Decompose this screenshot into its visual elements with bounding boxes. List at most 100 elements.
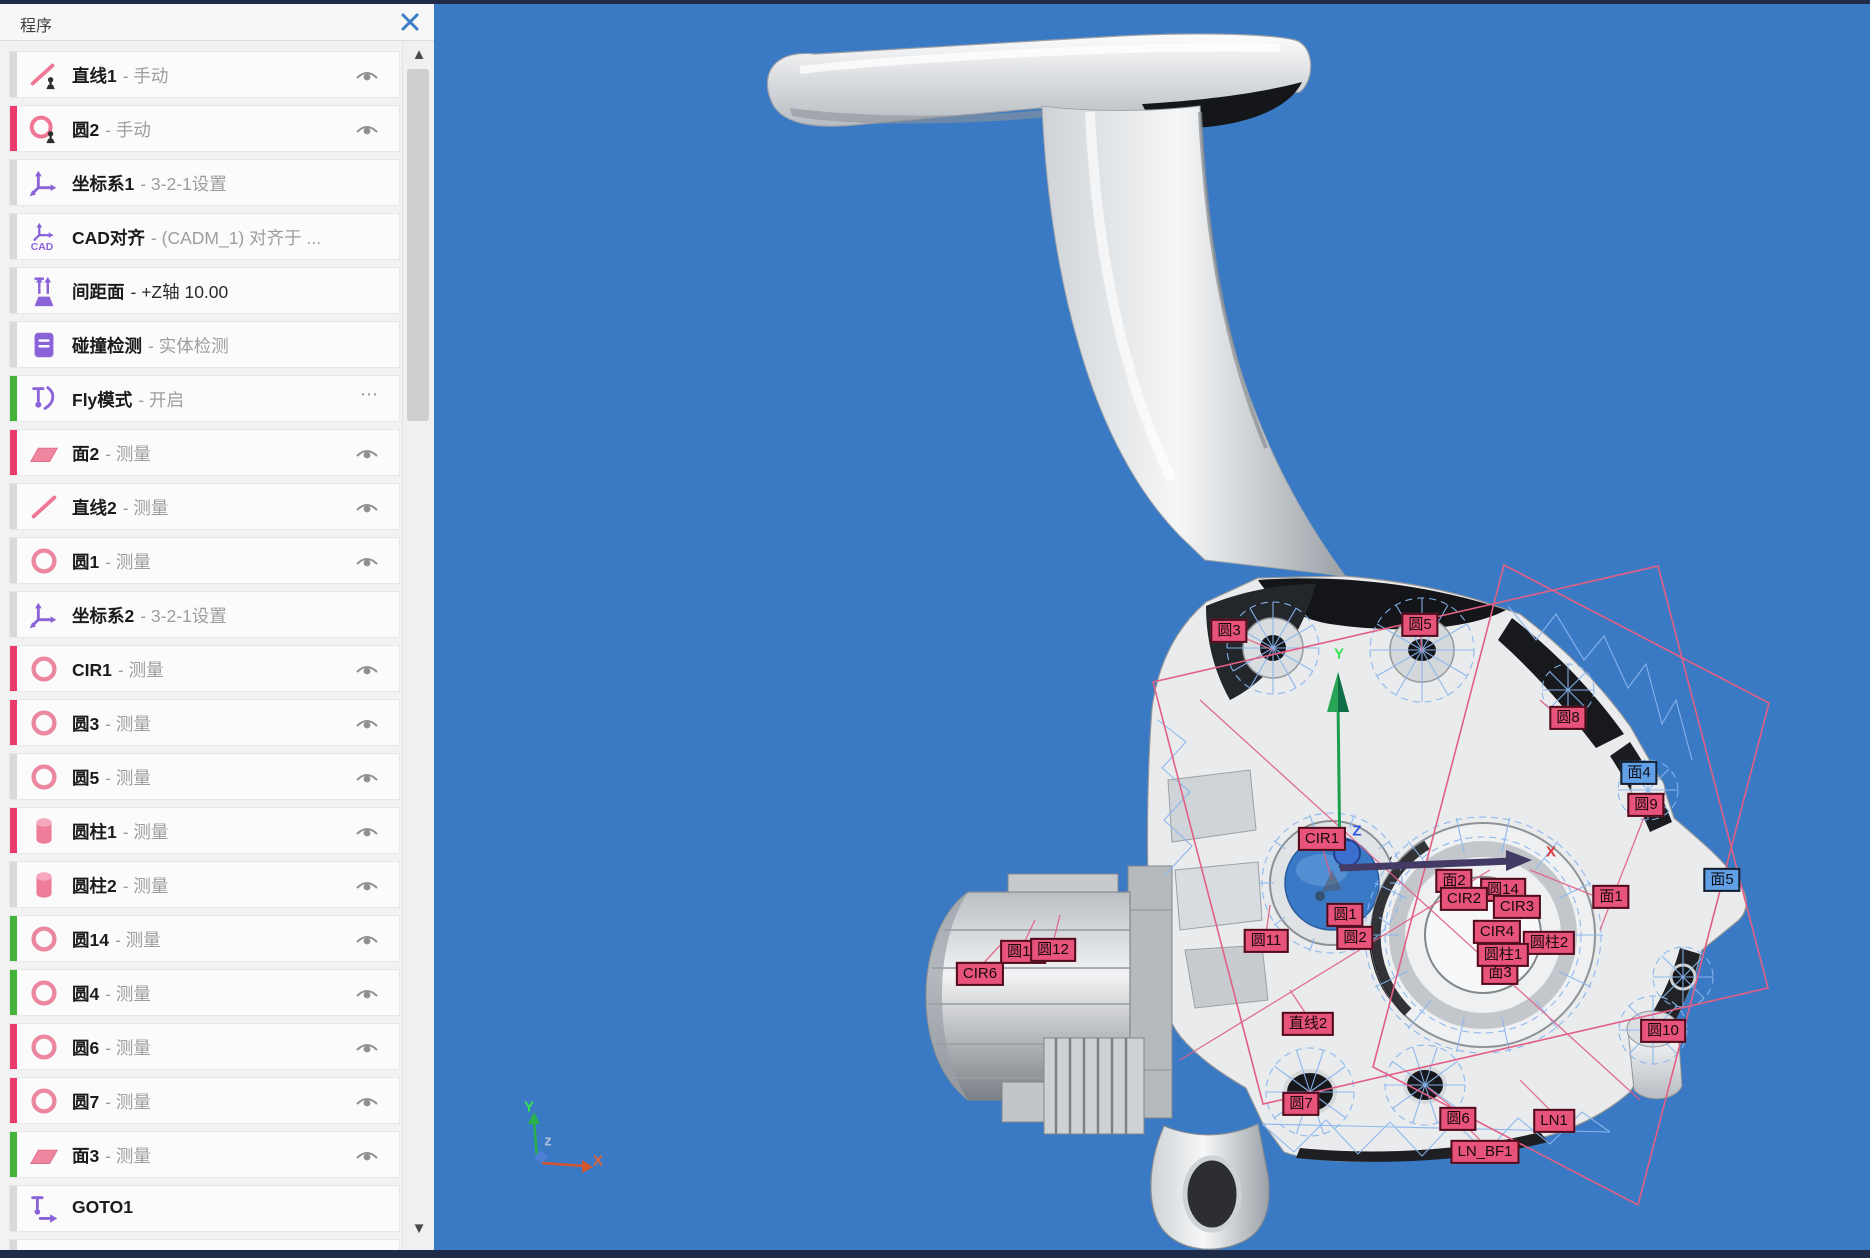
status-accent-bar bbox=[10, 754, 17, 799]
program-step-row[interactable]: 坐标系1- 3-2-1设置 bbox=[9, 159, 400, 206]
feature-type-icon bbox=[27, 652, 61, 686]
visibility-eye-icon[interactable] bbox=[355, 554, 379, 570]
measurement-tag[interactable]: 面1 bbox=[1592, 885, 1629, 909]
feature-type-icon bbox=[27, 760, 61, 794]
step-label: CIR1- 测量 bbox=[72, 657, 164, 682]
program-step-row[interactable]: 直线1- 手动 bbox=[9, 51, 400, 98]
measurement-tag[interactable]: 圆9 bbox=[1627, 793, 1664, 817]
measurement-tag[interactable]: 圆柱1 bbox=[1477, 943, 1529, 967]
measurement-tag[interactable]: 面4 bbox=[1620, 761, 1657, 785]
status-accent-bar bbox=[10, 646, 17, 691]
program-step-row[interactable]: 圆5- 测量 bbox=[9, 753, 400, 800]
program-step-row[interactable]: 1-40_A00BNF2D5- (90.0 5 bbox=[9, 1239, 400, 1250]
measurement-tag[interactable]: 面5 bbox=[1703, 868, 1740, 892]
measurement-tag[interactable]: 圆5 bbox=[1401, 613, 1438, 637]
feature-type-icon bbox=[27, 112, 61, 146]
program-step-row[interactable]: 直线2- 测量 bbox=[9, 483, 400, 530]
measurement-tag[interactable]: LN_BF1 bbox=[1450, 1140, 1519, 1164]
feature-type-icon: CAD bbox=[27, 220, 61, 254]
visibility-eye-icon[interactable] bbox=[355, 986, 379, 1002]
program-step-row[interactable]: 圆柱1- 测量 bbox=[9, 807, 400, 854]
measurement-tag[interactable]: CIR2 bbox=[1440, 887, 1488, 911]
measurement-tag[interactable]: 圆12 bbox=[1030, 938, 1076, 962]
status-accent-bar bbox=[10, 862, 17, 907]
visibility-eye-icon[interactable] bbox=[355, 932, 379, 948]
feature-type-icon bbox=[27, 490, 61, 524]
program-step-row[interactable]: 面2- 测量 bbox=[9, 429, 400, 476]
program-step-row[interactable]: 圆7- 测量 bbox=[9, 1077, 400, 1124]
program-step-row[interactable]: CIR1- 测量 bbox=[9, 645, 400, 692]
window-top-edge bbox=[0, 0, 1870, 4]
measurement-software-window: 程序 直线1- 手动 圆2- 手动 坐标系1- 3-2-1设置 bbox=[0, 0, 1870, 1258]
measurement-tag[interactable]: 圆3 bbox=[1210, 619, 1247, 643]
step-label: 直线1- 手动 bbox=[72, 63, 168, 88]
measurement-tag[interactable]: 圆11 bbox=[1244, 929, 1289, 953]
program-step-row[interactable]: 圆1- 测量 bbox=[9, 537, 400, 584]
scrollbar-thumb[interactable] bbox=[407, 69, 429, 421]
step-label: 圆4- 测量 bbox=[72, 981, 151, 1006]
program-step-row[interactable]: 圆柱2- 测量 bbox=[9, 861, 400, 908]
status-accent-bar bbox=[10, 808, 17, 853]
program-step-row[interactable]: 间距面- +Z轴 10.00 bbox=[9, 267, 400, 314]
measurement-tag[interactable]: 直线2 bbox=[1282, 1012, 1334, 1036]
program-step-row[interactable]: 圆6- 测量 bbox=[9, 1023, 400, 1070]
visibility-eye-icon[interactable] bbox=[355, 446, 379, 462]
feature-type-icon bbox=[27, 382, 61, 416]
visibility-eye-icon[interactable] bbox=[355, 1094, 379, 1110]
more-options-icon[interactable]: ⋯ bbox=[360, 384, 379, 405]
svg-text:CAD: CAD bbox=[31, 242, 54, 253]
visibility-eye-icon[interactable] bbox=[355, 878, 379, 894]
status-accent-bar bbox=[10, 376, 17, 421]
panel-title: 程序 bbox=[20, 12, 52, 36]
visibility-eye-icon[interactable] bbox=[355, 1148, 379, 1164]
visibility-eye-icon[interactable] bbox=[355, 824, 379, 840]
program-step-row[interactable]: 圆2- 手动 bbox=[9, 105, 400, 152]
program-step-row[interactable]: GOTO1 bbox=[9, 1185, 400, 1232]
visibility-eye-icon[interactable] bbox=[355, 662, 379, 678]
program-step-row[interactable]: 圆3- 测量 bbox=[9, 699, 400, 746]
feature-type-icon bbox=[27, 1084, 61, 1118]
status-accent-bar bbox=[10, 1240, 17, 1250]
measurement-tag[interactable]: 圆1 bbox=[1326, 903, 1363, 927]
program-step-row[interactable]: 圆4- 测量 bbox=[9, 969, 400, 1016]
feature-type-icon bbox=[27, 166, 61, 200]
measurement-tag[interactable]: CIR3 bbox=[1493, 895, 1541, 919]
close-icon[interactable] bbox=[398, 10, 422, 34]
feature-type-icon bbox=[27, 922, 61, 956]
measurement-tag[interactable]: CIR1 bbox=[1298, 827, 1346, 851]
measurement-tag-layer: 圆3圆5圆8面4圆9CIR1面2圆14CIR2面1CIR3面5圆1CIR4圆2圆… bbox=[434, 0, 1870, 1258]
program-step-row[interactable]: 碰撞检测- 实体检测 bbox=[9, 321, 400, 368]
program-step-row[interactable]: CAD CAD对齐- (CADM_1) 对齐于 ... bbox=[9, 213, 400, 260]
measurement-tag[interactable]: 圆2 bbox=[1336, 926, 1373, 950]
measurement-tag[interactable]: 圆10 bbox=[1640, 1019, 1686, 1043]
visibility-eye-icon[interactable] bbox=[355, 770, 379, 786]
step-label: 圆6- 测量 bbox=[72, 1035, 151, 1060]
measurement-tag[interactable]: LN1 bbox=[1533, 1109, 1575, 1133]
visibility-eye-icon[interactable] bbox=[355, 122, 379, 138]
program-step-row[interactable]: 圆14- 测量 bbox=[9, 915, 400, 962]
scrollbar[interactable]: ▲ ▼ bbox=[402, 41, 434, 1250]
feature-type-icon bbox=[27, 706, 61, 740]
step-label: Fly模式- 开启 bbox=[72, 387, 184, 412]
measurement-tag[interactable]: 圆柱2 bbox=[1523, 931, 1575, 955]
scroll-up-icon[interactable]: ▲ bbox=[409, 45, 429, 65]
program-panel: 程序 直线1- 手动 圆2- 手动 坐标系1- 3-2-1设置 bbox=[0, 4, 434, 1250]
step-label: 圆14- 测量 bbox=[72, 927, 161, 952]
measurement-tag[interactable]: 圆7 bbox=[1282, 1092, 1319, 1116]
measurement-tag[interactable]: CIR4 bbox=[1473, 920, 1521, 944]
feature-type-icon bbox=[27, 436, 61, 470]
program-step-row[interactable]: Fly模式- 开启 ⋯ bbox=[9, 375, 400, 422]
step-label: 圆3- 测量 bbox=[72, 711, 151, 736]
status-accent-bar bbox=[10, 538, 17, 583]
visibility-eye-icon[interactable] bbox=[355, 68, 379, 84]
visibility-eye-icon[interactable] bbox=[355, 716, 379, 732]
measurement-tag[interactable]: CIR6 bbox=[956, 962, 1004, 986]
visibility-eye-icon[interactable] bbox=[355, 1040, 379, 1056]
visibility-eye-icon[interactable] bbox=[355, 500, 379, 516]
measurement-tag[interactable]: 圆6 bbox=[1439, 1107, 1476, 1131]
3d-viewport[interactable]: 圆3圆5圆8面4圆9CIR1面2圆14CIR2面1CIR3面5圆1CIR4圆2圆… bbox=[434, 0, 1870, 1258]
program-step-row[interactable]: 坐标系2- 3-2-1设置 bbox=[9, 591, 400, 638]
program-step-row[interactable]: 面3- 测量 bbox=[9, 1131, 400, 1178]
scroll-down-icon[interactable]: ▼ bbox=[409, 1219, 429, 1239]
measurement-tag[interactable]: 圆8 bbox=[1549, 706, 1586, 730]
